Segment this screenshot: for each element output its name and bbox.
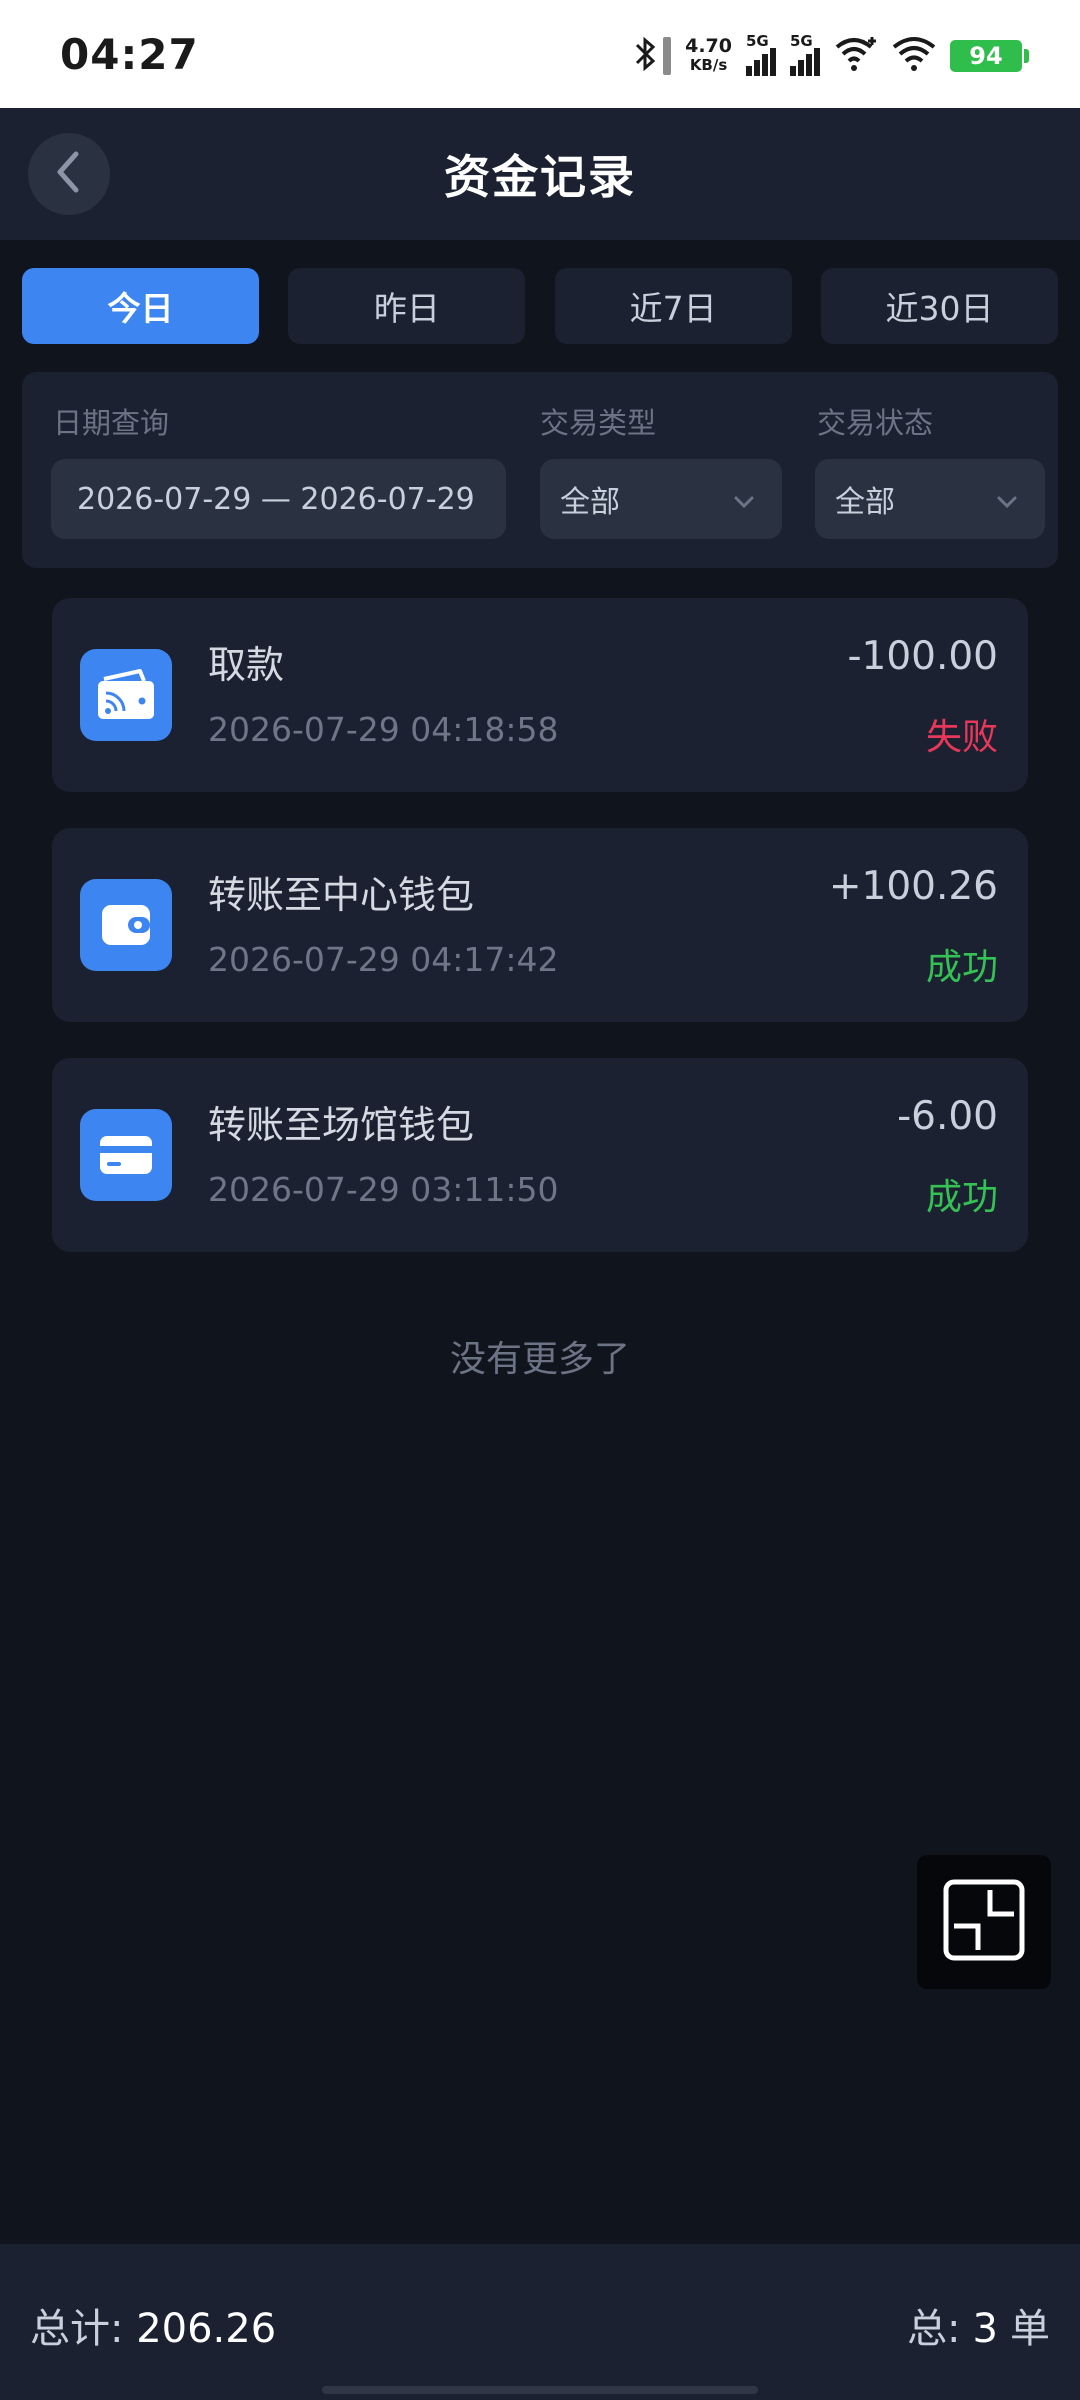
date-filter-label: 日期查询: [53, 406, 170, 440]
date-range-input[interactable]: 2026-07-29 — 2026-07-29: [51, 459, 506, 539]
net-speed: 4.70 KB/s: [685, 35, 732, 75]
record-amount: -6.00: [897, 1094, 998, 1139]
minimize-button[interactable]: [917, 1855, 1051, 1989]
count-label: 总:: [907, 2306, 961, 2352]
filter-panel: 日期查询 2026-07-29 — 2026-07-29 交易类型 全部 交易状…: [22, 372, 1058, 568]
record-status: 成功: [925, 1177, 998, 1218]
chevron-left-icon: [52, 150, 86, 198]
header: 资金记录: [0, 108, 1080, 240]
collapse-icon: [942, 1878, 1026, 1966]
wifi-icon: [892, 35, 936, 77]
status-select-value: 全部: [835, 485, 895, 520]
status-select[interactable]: 全部: [815, 459, 1045, 539]
bluetooth-battery-icon: [663, 37, 672, 75]
no-more-text: 没有更多了: [449, 1339, 630, 1380]
tab-last-30-days[interactable]: 近30日: [820, 268, 1058, 344]
type-filter-label: 交易类型: [540, 406, 657, 440]
total-value: 206.26: [136, 2306, 277, 2352]
record-title: 取款: [208, 643, 285, 687]
wifi-plus-icon: [834, 35, 878, 77]
record-item[interactable]: 取款 2026-07-29 04:18:58 -100.00 失败: [52, 598, 1028, 792]
record-time: 2026-07-29 04:18:58: [208, 710, 559, 749]
record-amount: -100.00: [847, 634, 998, 679]
record-title: 转账至中心钱包: [208, 873, 475, 917]
chevron-down-icon: [732, 487, 756, 511]
record-item[interactable]: 转账至场馆钱包 2026-07-29 03:11:50 -6.00 成功: [52, 1058, 1028, 1252]
page: 04:27 4.70 KB/s 5G 5G 94 资金记录 今日 昨日 近7日 …: [0, 0, 1080, 2400]
status-icons: 4.70 KB/s 5G 5G 94: [633, 32, 1029, 77]
total-amount: 总计: 206.26: [30, 2296, 276, 2354]
status-filter-label: 交易状态: [817, 406, 934, 440]
home-indicator[interactable]: [322, 2386, 758, 2394]
date-tabs: 今日 昨日 近7日 近30日: [22, 268, 1058, 344]
count-value: 3: [972, 2306, 998, 2352]
count-unit: 单: [1010, 2306, 1050, 2352]
card-icon: [80, 1109, 172, 1201]
record-status: 失败: [925, 717, 998, 758]
page-title: 资金记录: [444, 150, 636, 204]
record-time: 2026-07-29 03:11:50: [208, 1170, 559, 1209]
status-bar: 04:27 4.70 KB/s 5G 5G 94: [0, 0, 1080, 108]
chevron-down-icon: [995, 487, 1019, 511]
tab-last-7-days[interactable]: 近7日: [554, 268, 792, 344]
record-time: 2026-07-29 04:17:42: [208, 940, 559, 979]
back-button[interactable]: [28, 133, 110, 215]
type-select[interactable]: 全部: [540, 459, 782, 539]
total-label: 总计:: [30, 2306, 137, 2352]
record-amount: +100.26: [828, 864, 998, 909]
type-select-value: 全部: [560, 485, 620, 520]
tab-yesterday[interactable]: 昨日: [288, 268, 526, 344]
wallet-card-icon: [80, 649, 172, 741]
record-item[interactable]: 转账至中心钱包 2026-07-29 04:17:42 +100.26 成功: [52, 828, 1028, 1022]
wallet-icon: [80, 879, 172, 971]
record-status: 成功: [925, 947, 998, 988]
battery-icon: 94: [950, 40, 1029, 72]
record-title: 转账至场馆钱包: [208, 1103, 475, 1147]
bluetooth-icon: [633, 35, 659, 77]
signal-icon: 5G: [746, 32, 776, 76]
signal-icon: 5G: [790, 32, 820, 76]
summary-footer: 总计: 206.26 总: 3 单: [0, 2244, 1080, 2400]
total-count: 总: 3 单: [907, 2296, 1050, 2354]
tab-today[interactable]: 今日: [22, 268, 259, 344]
status-time: 04:27: [60, 30, 199, 79]
